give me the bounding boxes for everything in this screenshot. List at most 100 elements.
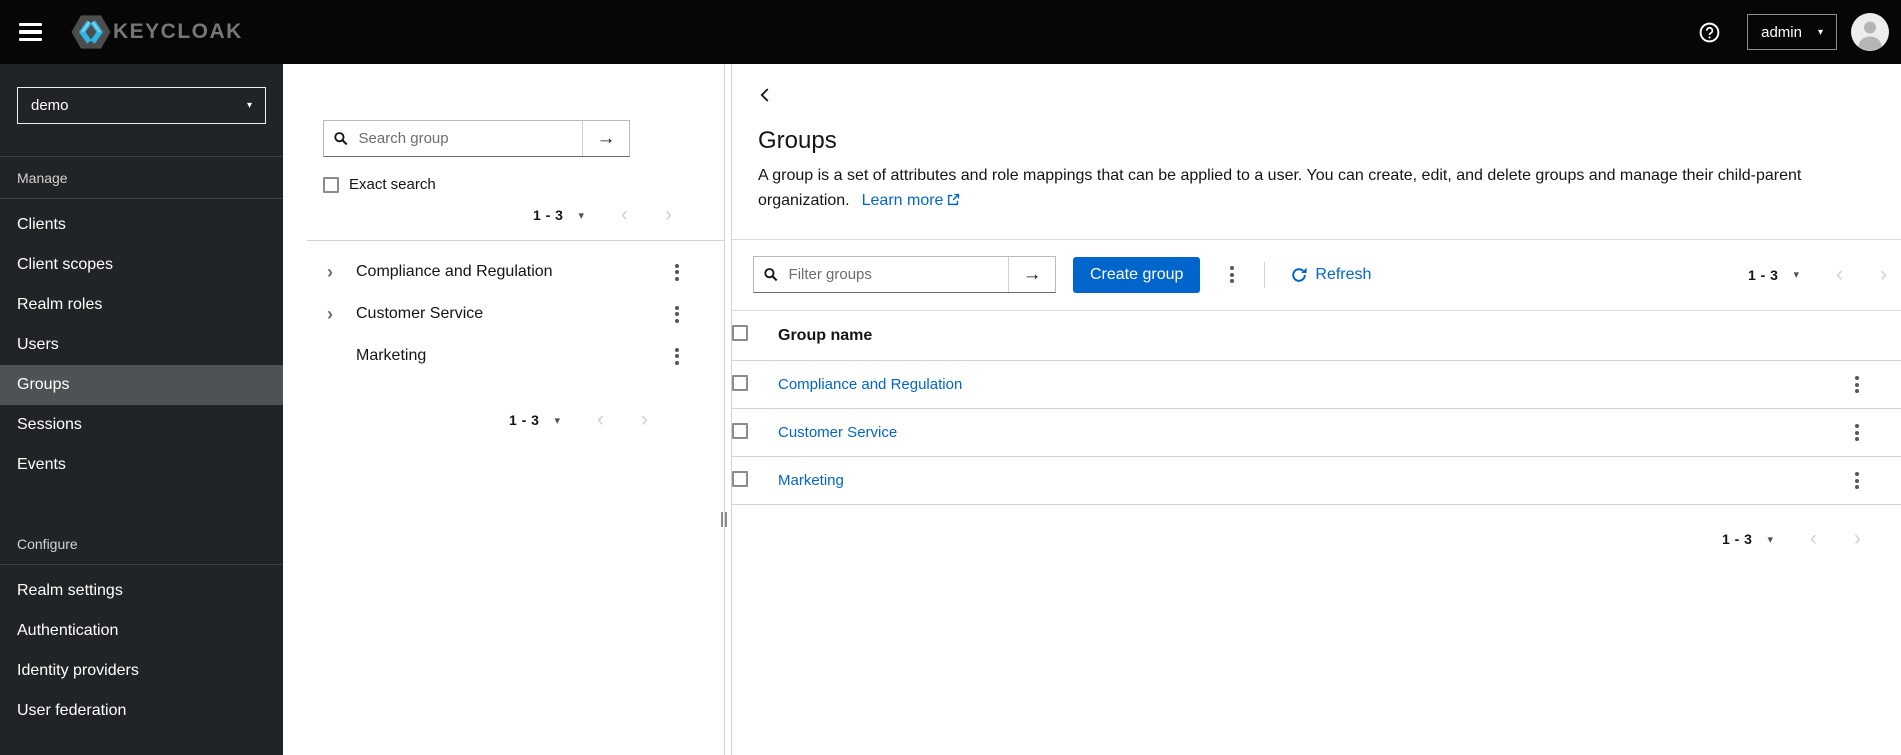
filter-groups: →: [753, 256, 1056, 293]
pagination-range: 1 - 3: [532, 207, 564, 223]
row-kebab-menu-icon[interactable]: [1839, 422, 1875, 443]
pagination-next-icon[interactable]: ›: [1854, 528, 1861, 549]
pagination-range: 1 - 3: [508, 412, 540, 428]
pagination-range: 1 - 3: [1747, 266, 1779, 283]
nav-toggle-icon[interactable]: [19, 22, 42, 42]
pagination-menu-toggle-icon[interactable]: ▾: [1767, 533, 1773, 546]
table-row: Marketing: [732, 456, 1901, 505]
refresh-icon: [1292, 267, 1307, 282]
pagination-menu-toggle-icon[interactable]: ▾: [554, 414, 560, 427]
pagination-next-icon[interactable]: ›: [641, 409, 648, 430]
sidebar: demo ▾ Manage Clients Client scopes Real…: [0, 64, 283, 755]
tree-item: Marketing: [283, 335, 724, 377]
sidebar-item-groups[interactable]: Groups: [0, 365, 283, 405]
table-pagination-bottom: 1 - 3 ▾ ‹ ›: [732, 528, 1861, 549]
expand-chevron-icon[interactable]: ›: [327, 305, 349, 323]
group-link[interactable]: Marketing: [778, 472, 844, 489]
collapse-panel-icon[interactable]: [758, 86, 771, 104]
sidebar-item-events[interactable]: Events: [0, 445, 283, 485]
pagination-range: 1 - 3: [1721, 531, 1753, 547]
sidebar-item-authentication[interactable]: Authentication: [0, 611, 283, 651]
select-all-checkbox[interactable]: [732, 325, 748, 341]
row-kebab-menu-icon[interactable]: [1839, 374, 1875, 395]
pagination-menu-toggle-icon[interactable]: ▾: [1793, 268, 1799, 281]
side-navigation: Manage Clients Client scopes Realm roles…: [0, 156, 283, 739]
pagination-prev-icon[interactable]: ‹: [621, 204, 628, 225]
learn-more-label: Learn more: [861, 192, 944, 209]
pagination-prev-icon[interactable]: ‹: [1836, 264, 1843, 285]
learn-more-link[interactable]: Learn more: [862, 192, 961, 209]
brand-text: KEYCLOAK: [113, 20, 243, 43]
page-header: Groups A group is a set of attributes an…: [732, 64, 1901, 240]
refresh-button[interactable]: Refresh: [1291, 266, 1371, 284]
masthead-actions: admin ▾: [1699, 13, 1889, 51]
realm-name: demo: [31, 97, 69, 114]
group-link[interactable]: Customer Service: [778, 424, 897, 441]
sidebar-item-identity-providers[interactable]: Identity providers: [0, 651, 283, 691]
chevron-down-icon: ▾: [246, 100, 252, 111]
avatar[interactable]: [1851, 13, 1889, 51]
filter-groups-submit-button[interactable]: →: [1008, 257, 1055, 292]
tree-item: › Customer Service: [283, 293, 724, 335]
pagination-next-icon[interactable]: ›: [1880, 264, 1887, 285]
exact-search-checkbox[interactable]: [323, 176, 339, 193]
keycloak-logo: KEYCLOAK: [70, 12, 243, 52]
sidebar-item-sessions[interactable]: Sessions: [0, 405, 283, 445]
chevron-down-icon: ▾: [1817, 26, 1823, 38]
tree-item-label[interactable]: Marketing: [356, 347, 426, 365]
sidebar-item-realm-settings[interactable]: Realm settings: [0, 571, 283, 611]
sidebar-item-users[interactable]: Users: [0, 325, 283, 365]
username: admin: [1761, 23, 1802, 41]
row-checkbox[interactable]: [732, 470, 748, 487]
filter-box: [754, 257, 1008, 292]
divider: [307, 240, 724, 241]
search-icon: [334, 132, 348, 146]
pagination-prev-icon[interactable]: ‹: [597, 409, 604, 430]
kebab-menu-icon[interactable]: [671, 304, 683, 325]
row-checkbox[interactable]: [732, 374, 748, 391]
nav-section-manage: Manage: [17, 170, 68, 186]
column-header-group-name: Group name: [778, 327, 873, 344]
exact-search-option: Exact search: [323, 176, 724, 193]
create-group-button[interactable]: Create group: [1073, 256, 1201, 293]
help-icon[interactable]: [1699, 22, 1720, 43]
nav-section-configure: Configure: [17, 536, 78, 552]
search-group-submit-button[interactable]: →: [582, 121, 629, 156]
table-pagination-top: 1 - 3 ▾ ‹ ›: [1747, 264, 1887, 285]
external-link-icon: [948, 193, 960, 206]
tree-pagination-top: 1 - 3 ▾ ‹ ›: [283, 204, 672, 225]
pagination-menu-toggle-icon[interactable]: ▾: [578, 209, 584, 222]
kebab-menu-icon[interactable]: [671, 262, 683, 283]
sidebar-item-realm-roles[interactable]: Realm roles: [0, 285, 283, 325]
pagination-next-icon[interactable]: ›: [665, 204, 672, 225]
user-dropdown[interactable]: admin ▾: [1747, 14, 1837, 50]
divider: [0, 564, 283, 565]
page-description: A group is a set of attributes and role …: [758, 163, 1877, 213]
group-tree: › Compliance and Regulation › Customer S…: [283, 251, 724, 377]
filter-groups-input[interactable]: [786, 265, 998, 284]
table-header-row: Group name: [732, 311, 1901, 361]
table-row: Customer Service: [732, 408, 1901, 457]
page-title: Groups: [758, 127, 837, 154]
group-search: →: [323, 120, 630, 157]
refresh-label: Refresh: [1315, 265, 1372, 283]
search-group-input[interactable]: [356, 129, 572, 148]
row-kebab-menu-icon[interactable]: [1839, 470, 1875, 491]
sidebar-item-clients[interactable]: Clients: [0, 205, 283, 245]
row-checkbox[interactable]: [732, 422, 748, 439]
group-link[interactable]: Compliance and Regulation: [778, 376, 962, 393]
expand-chevron-icon[interactable]: ›: [327, 263, 349, 281]
kebab-menu-icon[interactable]: [671, 346, 683, 367]
splitter-drag-handle[interactable]: [721, 512, 727, 527]
manage-nav-list: Clients Client scopes Realm roles Users …: [0, 205, 283, 493]
tree-item-label[interactable]: Customer Service: [356, 305, 483, 323]
toolbar-kebab-menu-icon[interactable]: [1226, 264, 1238, 285]
sidebar-item-client-scopes[interactable]: Client scopes: [0, 245, 283, 285]
groups-main-panel: Groups A group is a set of attributes an…: [731, 64, 1901, 755]
tree-item-label[interactable]: Compliance and Regulation: [356, 263, 553, 281]
divider: [1264, 261, 1266, 288]
sidebar-item-user-federation[interactable]: User federation: [0, 691, 283, 731]
pagination-prev-icon[interactable]: ‹: [1810, 528, 1817, 549]
panel-splitter: [724, 64, 725, 755]
realm-selector[interactable]: demo ▾: [17, 87, 266, 124]
